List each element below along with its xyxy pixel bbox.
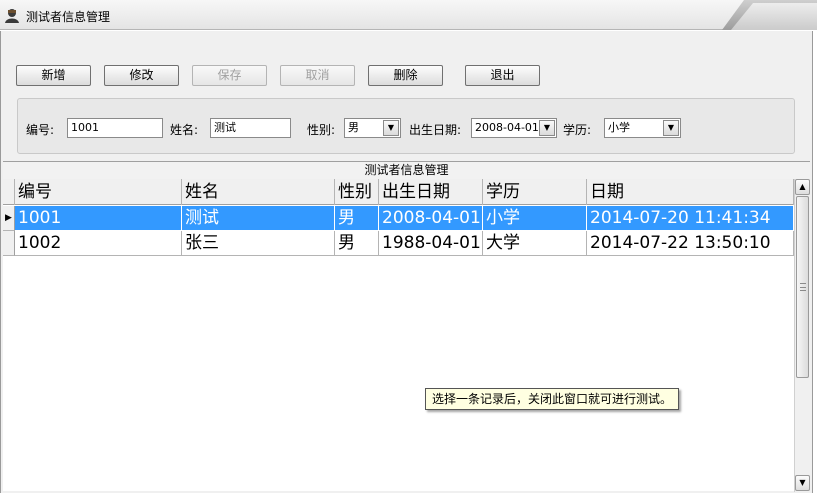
cell-edu[interactable]: 大学 bbox=[483, 231, 587, 256]
cell-edu[interactable]: 小学 bbox=[483, 206, 587, 231]
grid-header: 编号 姓名 性别 出生日期 学历 日期 bbox=[3, 179, 794, 205]
edu-select[interactable]: 小学 ▼ bbox=[604, 118, 681, 138]
column-header-birth[interactable]: 出生日期 bbox=[379, 179, 483, 205]
cell-id[interactable]: 1001 bbox=[15, 206, 182, 231]
header-corner bbox=[3, 179, 15, 205]
chevron-down-icon[interactable]: ▼ bbox=[539, 120, 555, 136]
grid-caption: 测试者信息管理 bbox=[3, 162, 810, 179]
gender-label: 性别: bbox=[307, 123, 336, 137]
chevron-down-icon[interactable]: ▼ bbox=[795, 475, 810, 491]
chevron-up-icon[interactable]: ▲ bbox=[795, 179, 810, 195]
column-header-id[interactable]: 编号 bbox=[15, 179, 182, 205]
title-bar: 测试者信息管理 bbox=[0, 0, 817, 30]
edu-label: 学历: bbox=[563, 123, 592, 137]
triangle-right-icon: ▶ bbox=[3, 206, 15, 231]
delete-button[interactable]: 删除 bbox=[368, 65, 443, 86]
table-row[interactable]: ▶ 1001 测试 男 2008-04-01 小学 2014-07-20 11:… bbox=[3, 206, 794, 231]
chevron-down-icon[interactable]: ▼ bbox=[663, 120, 679, 136]
cell-name[interactable]: 张三 bbox=[182, 231, 335, 256]
name-field[interactable]: 测试 bbox=[210, 118, 291, 138]
chevron-down-icon[interactable]: ▼ bbox=[383, 120, 399, 136]
vertical-scrollbar[interactable]: ▲ ▼ bbox=[794, 179, 810, 492]
data-grid[interactable]: 测试者信息管理 编号 姓名 性别 出生日期 学历 日期 ▶ 1001 测试 男 … bbox=[3, 161, 810, 492]
cell-date[interactable]: 2014-07-22 13:50:10 bbox=[587, 231, 794, 256]
birth-date-picker[interactable]: 2008-04-01 ▼ bbox=[471, 118, 557, 138]
column-header-edu[interactable]: 学历 bbox=[483, 179, 587, 205]
table-row[interactable]: 1002 张三 男 1988-04-01 大学 2014-07-22 13:50… bbox=[3, 231, 794, 256]
grip-icon bbox=[800, 283, 806, 291]
edit-button[interactable]: 修改 bbox=[104, 65, 179, 86]
user-avatar-icon bbox=[5, 9, 19, 23]
column-header-name[interactable]: 姓名 bbox=[182, 179, 335, 205]
window-title: 测试者信息管理 bbox=[26, 10, 111, 24]
gender-select[interactable]: 男 ▼ bbox=[344, 118, 401, 138]
id-field[interactable]: 1001 bbox=[67, 118, 163, 138]
cell-gender[interactable]: 男 bbox=[335, 231, 379, 256]
column-header-gender[interactable]: 性别 bbox=[335, 179, 379, 205]
cell-id[interactable]: 1002 bbox=[15, 231, 182, 256]
cell-date[interactable]: 2014-07-20 11:41:34 bbox=[587, 206, 794, 231]
cell-birth[interactable]: 2008-04-01 bbox=[379, 206, 483, 231]
save-button[interactable]: 保存 bbox=[192, 65, 267, 86]
edu-select-value: 小学 bbox=[608, 121, 630, 134]
exit-button[interactable]: 退出 bbox=[465, 65, 540, 86]
gender-select-value: 男 bbox=[348, 121, 359, 134]
row-indicator bbox=[3, 231, 15, 256]
id-label: 编号: bbox=[26, 123, 55, 137]
record-form: 编号: 1001 姓名: 测试 性别: 男 ▼ 出生日期: 2008-04-01… bbox=[17, 98, 795, 154]
add-button[interactable]: 新增 bbox=[16, 65, 91, 86]
cell-name[interactable]: 测试 bbox=[182, 206, 335, 231]
scrollbar-thumb[interactable] bbox=[796, 196, 809, 378]
birth-date-value: 2008-04-01 bbox=[475, 121, 539, 134]
main-window: 新增 修改 保存 取消 删除 退出 编号: 1001 姓名: 测试 性别: 男 … bbox=[0, 31, 813, 493]
cell-birth[interactable]: 1988-04-01 bbox=[379, 231, 483, 256]
column-header-date[interactable]: 日期 bbox=[587, 179, 794, 205]
cell-gender[interactable]: 男 bbox=[335, 206, 379, 231]
tooltip: 选择一条记录后，关闭此窗口就可进行测试。 bbox=[425, 388, 680, 410]
name-label: 姓名: bbox=[170, 123, 199, 137]
birth-label: 出生日期: bbox=[409, 123, 462, 137]
cancel-button[interactable]: 取消 bbox=[280, 65, 355, 86]
